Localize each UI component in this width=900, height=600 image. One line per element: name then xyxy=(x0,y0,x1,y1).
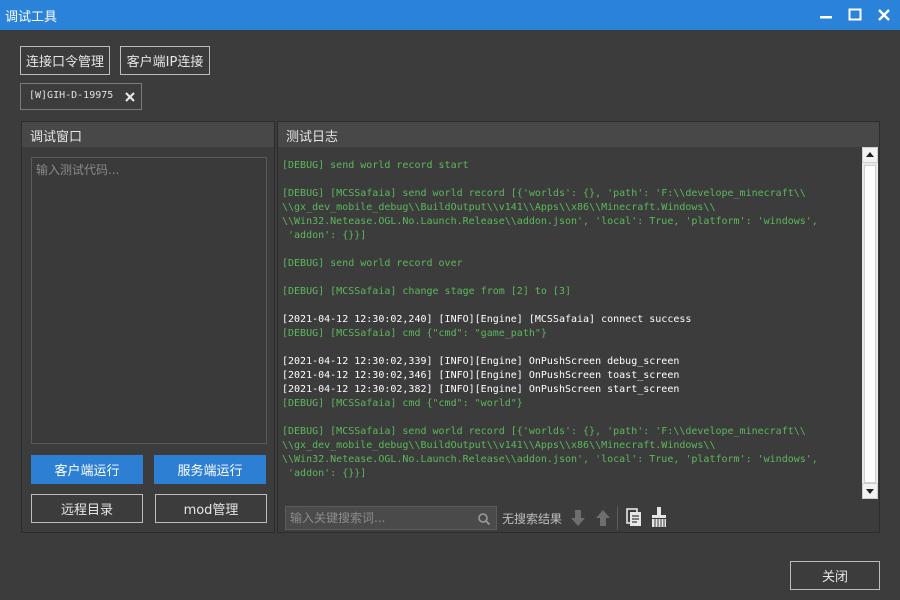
log-output: [DEBUG] send world record start [DEBUG] [… xyxy=(279,147,862,499)
title-bar: 调试工具 xyxy=(0,0,900,30)
close-icon xyxy=(878,9,890,21)
log-line: 'addon': {}}] xyxy=(282,230,367,241)
client-run-button[interactable]: 客户端运行 xyxy=(31,455,143,484)
arrow-down-icon xyxy=(571,510,585,526)
device-tab-label: [W]GIH-D-19975 xyxy=(29,90,114,101)
maximize-button[interactable] xyxy=(845,5,865,25)
toolbar-divider xyxy=(617,506,618,530)
log-line: \\gx_dev_mobile_debug\\BuildOutput\\v141… xyxy=(282,440,716,451)
test-code-input[interactable] xyxy=(31,157,267,444)
server-run-button[interactable]: 服务端运行 xyxy=(154,455,266,484)
copy-icon xyxy=(626,508,641,526)
log-line: [DEBUG] [MCSSafaia] send world record [{… xyxy=(282,188,806,199)
triangle-down-icon xyxy=(862,483,878,499)
log-line: [DEBUG] [MCSSafaia] change stage from [2… xyxy=(282,286,571,297)
search-icon[interactable] xyxy=(477,511,491,526)
search-prev-button[interactable] xyxy=(593,507,613,529)
minimize-icon xyxy=(820,16,832,19)
device-tab-close-button[interactable] xyxy=(123,89,137,103)
window-title: 调试工具 xyxy=(5,10,58,25)
log-line: \\Win32.Netease.OGL.No.Launch.Release\\a… xyxy=(282,454,818,465)
log-line: [DEBUG] [MCSSafaia] cmd {"cmd": "world"} xyxy=(282,398,523,409)
mod-manage-button[interactable]: mod管理 xyxy=(155,494,267,523)
log-line: [2021-04-12 12:30:02,382] [INFO][Engine]… xyxy=(282,384,680,395)
close-window-button[interactable] xyxy=(874,5,894,25)
log-panel-title: 测试日志 xyxy=(278,122,879,147)
search-result-status: 无搜索结果 xyxy=(502,512,563,526)
close-button[interactable]: 关闭 xyxy=(790,561,880,590)
scroll-down-button[interactable] xyxy=(862,483,878,499)
minimize-button[interactable] xyxy=(816,5,836,25)
triangle-up-icon xyxy=(862,147,878,163)
log-line: [DEBUG] [MCSSafaia] send world record [{… xyxy=(282,426,806,437)
log-line: [DEBUG] [MCSSafaia] cmd {"cmd": "game_pa… xyxy=(282,328,547,339)
log-line: [2021-04-12 12:30:02,339] [INFO][Engine]… xyxy=(282,356,680,367)
remote-directory-button[interactable]: 远程目录 xyxy=(31,494,143,523)
maximize-icon xyxy=(848,8,862,21)
log-line: [DEBUG] send world record start xyxy=(282,160,469,171)
log-line: \\Win32.Netease.OGL.No.Launch.Release\\a… xyxy=(282,216,818,227)
close-icon xyxy=(125,92,135,102)
device-tab[interactable]: [W]GIH-D-19975 xyxy=(20,83,142,110)
client-ip-connect-button[interactable]: 客户端IP连接 xyxy=(120,46,210,75)
arrow-up-icon xyxy=(596,510,610,526)
log-scrollbar-thumb[interactable] xyxy=(864,165,876,483)
search-next-button[interactable] xyxy=(568,507,588,529)
log-search-box xyxy=(285,506,497,530)
log-line: \\gx_dev_mobile_debug\\BuildOutput\\v141… xyxy=(282,202,716,213)
log-line: 'addon': {}}] xyxy=(282,468,367,479)
debug-panel-title: 调试窗口 xyxy=(22,122,274,147)
connect-command-manage-button[interactable]: 连接口令管理 xyxy=(20,46,110,75)
log-search-input[interactable] xyxy=(286,507,471,529)
clear-log-button[interactable] xyxy=(649,505,669,529)
log-line: [2021-04-12 12:30:02,240] [INFO][Engine]… xyxy=(282,314,692,325)
log-line: [2021-04-12 12:30:02,346] [INFO][Engine]… xyxy=(282,370,680,381)
scroll-up-button[interactable] xyxy=(862,147,878,163)
broom-icon xyxy=(652,507,666,527)
copy-log-button[interactable] xyxy=(624,506,644,528)
log-line: [DEBUG] send world record over xyxy=(282,258,463,269)
